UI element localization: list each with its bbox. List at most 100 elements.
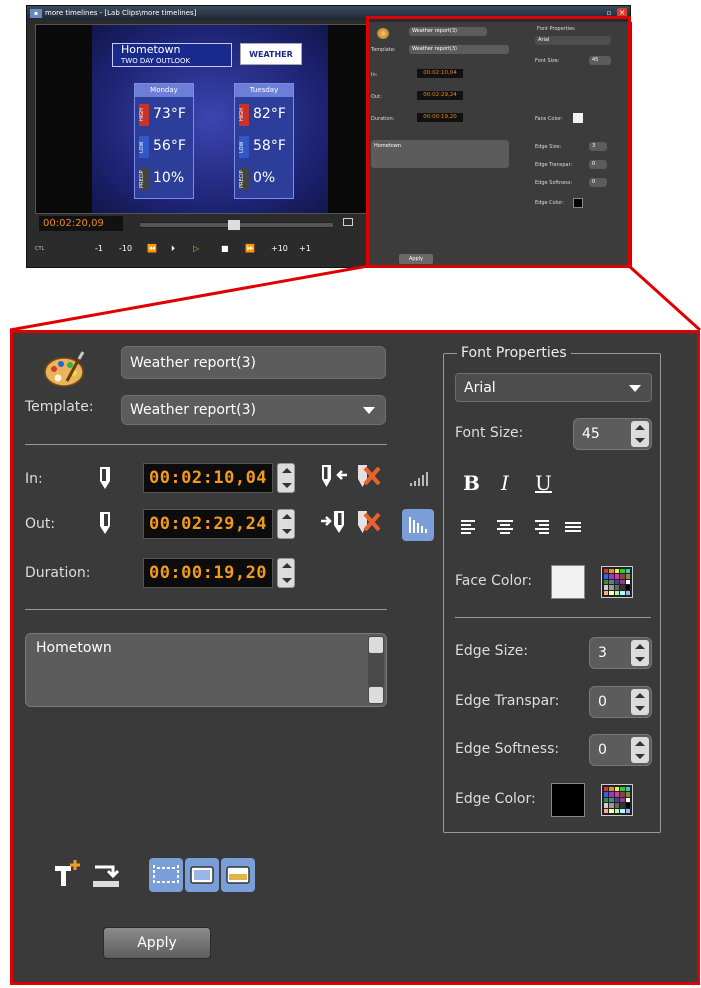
step-forward-10-button[interactable]: +10 bbox=[271, 244, 288, 253]
step-back-10-button[interactable]: -10 bbox=[119, 244, 132, 253]
timeline-slider[interactable] bbox=[139, 220, 334, 230]
apply-button[interactable]: Apply bbox=[103, 927, 211, 959]
align-left-icon[interactable] bbox=[461, 520, 475, 534]
align-right-icon[interactable] bbox=[535, 520, 549, 534]
template-label: Template: bbox=[25, 399, 94, 415]
weather-precip: 0% bbox=[253, 170, 276, 186]
weather-day-column: Tuesday HIGH 82°F LOW 58°F PRECIP 0% bbox=[234, 83, 294, 199]
italic-button[interactable]: I bbox=[501, 471, 509, 495]
font-value: Arial bbox=[464, 379, 496, 396]
chevron-down-icon bbox=[629, 384, 641, 392]
edge-color-label: Edge Color: bbox=[455, 791, 536, 807]
out-spinner[interactable] bbox=[277, 509, 295, 539]
app-icon: ▪ bbox=[30, 8, 42, 18]
add-text-icon[interactable] bbox=[53, 860, 81, 890]
palette-icon bbox=[44, 351, 85, 387]
weather-precip: 10% bbox=[153, 170, 185, 186]
duration-spinner[interactable] bbox=[277, 558, 295, 588]
in-label: In: bbox=[25, 471, 43, 487]
underline-button[interactable]: U bbox=[535, 471, 552, 495]
safe-area-frame-icon[interactable] bbox=[185, 858, 219, 892]
weather-logo: WEATHER bbox=[240, 43, 302, 65]
play-button[interactable]: ▷ bbox=[193, 244, 199, 253]
weather-high: 82°F bbox=[253, 106, 286, 122]
slider-knob[interactable] bbox=[228, 220, 240, 230]
weather-high: 73°F bbox=[153, 106, 186, 122]
weather-outlook: TWO DAY OUTLOOK bbox=[121, 57, 191, 65]
edge-softness-spinner[interactable] bbox=[631, 737, 649, 763]
safe-area-full-icon[interactable] bbox=[149, 858, 183, 892]
divider bbox=[25, 444, 387, 445]
font-size-stepper[interactable]: 45 bbox=[573, 418, 652, 450]
scroll-down-button[interactable] bbox=[369, 687, 383, 703]
low-label: LOW bbox=[239, 136, 249, 158]
out-label: Out: bbox=[25, 516, 56, 532]
bold-button[interactable]: B bbox=[463, 471, 480, 495]
fast-forward-button[interactable]: ⏩ bbox=[245, 244, 255, 253]
weather-day: Tuesday bbox=[235, 84, 293, 97]
clear-in-icon[interactable] bbox=[355, 463, 383, 491]
step-forward-1-button[interactable]: +1 bbox=[299, 244, 311, 253]
highlight-rectangle bbox=[366, 16, 631, 268]
text-scrollbar[interactable] bbox=[368, 636, 384, 704]
font-size-value: 45 bbox=[582, 426, 600, 442]
edge-softness-value: 0 bbox=[598, 742, 607, 758]
duration-timecode-field[interactable]: 00:00:19,20 bbox=[143, 558, 273, 588]
go-to-out-icon[interactable] bbox=[319, 509, 349, 537]
title-text: Hometown bbox=[36, 640, 112, 656]
edge-transpar-spinner[interactable] bbox=[631, 689, 649, 715]
edge-transpar-stepper[interactable]: 0 bbox=[589, 686, 652, 718]
font-size-spinner[interactable] bbox=[631, 421, 649, 447]
mark-out-icon[interactable] bbox=[97, 510, 113, 536]
alignment-buttons bbox=[461, 520, 581, 534]
go-to-in-icon[interactable] bbox=[319, 463, 349, 491]
scroll-up-button[interactable] bbox=[369, 637, 383, 653]
font-dropdown[interactable]: Arial bbox=[455, 373, 652, 402]
rewind-button[interactable]: ⏪ bbox=[147, 244, 157, 253]
edge-size-value: 3 bbox=[598, 645, 607, 661]
window-title: more timelines - [Lab Clips\more timelin… bbox=[45, 9, 197, 17]
edge-color-swatch[interactable] bbox=[551, 783, 585, 817]
low-label: LOW bbox=[139, 136, 149, 158]
face-color-palette-icon[interactable] bbox=[601, 566, 633, 598]
title-text-area[interactable]: Hometown bbox=[25, 633, 387, 707]
precip-label: PRECIP bbox=[139, 168, 149, 190]
out-timecode-field[interactable]: 00:02:29,24 bbox=[143, 509, 273, 539]
signal-icon bbox=[410, 472, 428, 486]
divider bbox=[455, 617, 651, 618]
weather-day: Monday bbox=[135, 84, 193, 97]
duration-label: Duration: bbox=[25, 565, 91, 581]
play-reverse-button[interactable]: ⏵ bbox=[171, 244, 175, 254]
step-back-1-button[interactable]: -1 bbox=[95, 244, 103, 253]
edge-size-stepper[interactable]: 3 bbox=[589, 637, 652, 669]
template-dropdown[interactable]: Weather report(3) bbox=[121, 395, 386, 425]
timecode-display: 00:02:20,09 bbox=[39, 216, 123, 231]
video-preview: Hometown TWO DAY OUTLOOK WEATHER Monday … bbox=[35, 24, 383, 214]
edge-softness-stepper[interactable]: 0 bbox=[589, 734, 652, 766]
weather-low: 56°F bbox=[153, 138, 186, 154]
monitor-icon[interactable] bbox=[343, 218, 353, 226]
audio-level-toggle[interactable] bbox=[402, 509, 434, 541]
in-spinner[interactable] bbox=[277, 463, 295, 493]
title-safe-bar-icon[interactable] bbox=[221, 858, 255, 892]
weather-title-box: Hometown TWO DAY OUTLOOK bbox=[112, 43, 232, 67]
divider bbox=[25, 609, 387, 610]
zoom-connector bbox=[9, 264, 701, 332]
stop-button[interactable]: ■ bbox=[221, 244, 229, 253]
font-properties-title: Font Properties bbox=[457, 345, 571, 361]
title-name-field[interactable]: Weather report(3) bbox=[121, 346, 386, 379]
edge-transpar-label: Edge Transpar: bbox=[455, 693, 560, 709]
high-label: HIGH bbox=[139, 104, 149, 126]
precip-label: PRECIP bbox=[239, 168, 249, 190]
edge-size-spinner[interactable] bbox=[631, 640, 649, 666]
mark-in-icon[interactable] bbox=[97, 465, 113, 491]
align-center-icon[interactable] bbox=[497, 520, 513, 534]
weather-city: Hometown bbox=[121, 43, 181, 56]
face-color-swatch[interactable] bbox=[551, 565, 585, 599]
align-justify-icon[interactable] bbox=[565, 522, 581, 532]
clear-out-icon[interactable] bbox=[355, 509, 383, 537]
template-value: Weather report(3) bbox=[130, 402, 256, 418]
in-timecode-field[interactable]: 00:02:10,04 bbox=[143, 463, 273, 493]
edge-color-palette-icon[interactable] bbox=[601, 784, 633, 816]
insert-text-icon[interactable] bbox=[91, 861, 121, 891]
